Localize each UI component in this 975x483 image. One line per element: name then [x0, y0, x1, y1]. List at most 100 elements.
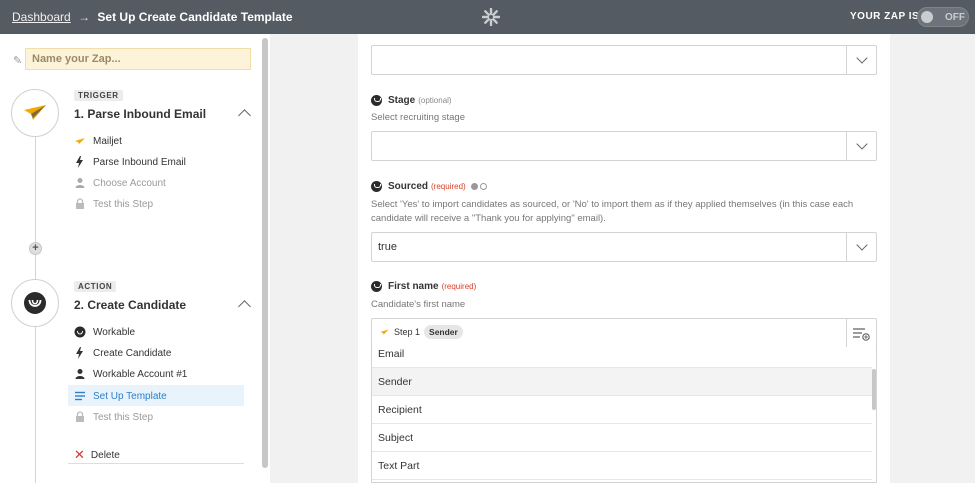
dropdown-scrollbar[interactable]: [872, 369, 876, 410]
sourced-value: true: [378, 241, 397, 253]
select-divider: [846, 132, 847, 160]
stage-select[interactable]: [371, 131, 877, 161]
stage-optional-tag: (optional): [418, 96, 452, 105]
chevron-down-icon[interactable]: [856, 239, 868, 251]
trigger-account-label: Choose Account: [93, 177, 166, 189]
dropdown-item-label: Text Part: [378, 460, 420, 472]
workable-icon: [371, 281, 382, 292]
dropdown-item-label: Sender: [378, 376, 412, 388]
trigger-step-circle[interactable]: [11, 89, 59, 137]
list-lines-icon: [74, 390, 86, 402]
person-icon: [74, 177, 86, 189]
workable-icon: [371, 95, 382, 106]
dropdown-item-sender[interactable]: Sender: [372, 368, 872, 396]
action-app-item[interactable]: Workable: [74, 326, 135, 338]
first-name-label: First name: [388, 281, 439, 292]
field-dropdown: Email Sender Recipient Subject Text Part: [371, 347, 877, 483]
collapse-action-chevron-up-icon[interactable]: [238, 300, 251, 313]
action-template-item[interactable]: Set Up Template: [74, 390, 167, 402]
input-divider: [846, 319, 847, 347]
trigger-event-label: Parse Inbound Email: [93, 156, 186, 168]
first-name-input[interactable]: Step 1 Sender: [371, 318, 877, 348]
action-app-label: Workable: [93, 326, 136, 338]
action-test-item[interactable]: Test this Step: [74, 411, 153, 423]
collapse-trigger-chevron-up-icon[interactable]: [238, 109, 251, 122]
action-template-label: Set Up Template: [93, 390, 167, 402]
delete-step-button[interactable]: ✕ Delete: [74, 447, 120, 463]
action-tag: ACTION: [74, 281, 117, 292]
pencil-icon: ✎: [13, 55, 23, 67]
chevron-down-icon[interactable]: [856, 52, 868, 64]
top-bar: Dashboard → Set Up Create Candidate Temp…: [0, 0, 975, 34]
trigger-test-item[interactable]: Test this Step: [74, 198, 153, 210]
trigger-account-item[interactable]: Choose Account: [74, 177, 166, 189]
dropdown-item-subject[interactable]: Subject: [372, 424, 872, 452]
stage-help-text: Select recruiting stage: [371, 112, 465, 123]
sidebar-scrollbar[interactable]: [262, 38, 268, 468]
zap-name-input[interactable]: Name your Zap...: [25, 48, 251, 70]
dropdown-item-label: Recipient: [378, 404, 422, 416]
dropdown-item-label: Email: [378, 348, 405, 360]
sourced-select[interactable]: true: [371, 232, 877, 262]
action-account-label: Workable Account #1: [93, 368, 188, 380]
dropdown-item-recipient[interactable]: Recipient: [372, 396, 872, 424]
trigger-step-title[interactable]: 1. Parse Inbound Email: [74, 107, 206, 121]
mailjet-logo-icon: [24, 105, 46, 120]
sourced-required-tag: (required): [431, 182, 466, 191]
delete-label: Delete: [90, 449, 120, 461]
stage-field-label: Stage (optional): [371, 95, 452, 106]
sourced-field-label: Sourced (required): [371, 181, 487, 192]
sidebar: ✎ Name your Zap... TRIGGER 1. Parse Inbo…: [0, 34, 270, 483]
trigger-event-item[interactable]: Parse Inbound Email: [74, 156, 186, 168]
lock-icon: [74, 411, 86, 423]
insert-field-icon[interactable]: [852, 327, 870, 341]
dropdown-item-email[interactable]: Email: [372, 347, 872, 368]
trigger-app-item[interactable]: Mailjet: [74, 135, 122, 147]
zapier-logo-icon: [482, 8, 500, 26]
zap-on-off-toggle[interactable]: OFF: [917, 7, 969, 27]
chevron-down-icon[interactable]: [856, 138, 868, 150]
delete-x-icon: ✕: [74, 447, 85, 462]
trigger-tag: TRIGGER: [74, 90, 123, 101]
action-test-label: Test this Step: [93, 411, 154, 423]
sidebar-divider: [68, 463, 244, 464]
add-step-plus-icon[interactable]: +: [29, 242, 42, 255]
trigger-app-label: Mailjet: [93, 135, 122, 147]
position-select[interactable]: [371, 45, 877, 75]
stage-label: Stage: [388, 95, 416, 106]
toggle-label: OFF: [945, 12, 965, 23]
mailjet-icon: [380, 329, 389, 335]
radio-filled-icon[interactable]: [470, 183, 478, 190]
workable-icon: [74, 326, 86, 338]
field-pill[interactable]: Step 1 Sender: [379, 324, 463, 340]
workable-icon: [371, 181, 382, 192]
action-step-title[interactable]: 2. Create Candidate: [74, 298, 186, 312]
mailjet-icon: [74, 135, 86, 147]
page-title: Set Up Create Candidate Template: [97, 10, 293, 24]
first-name-help-text: Candidate's first name: [371, 299, 466, 310]
dropdown-item-text-part[interactable]: Text Part: [372, 452, 872, 480]
toggle-knob: [921, 11, 933, 23]
trigger-test-label: Test this Step: [93, 198, 154, 210]
radio-empty-icon[interactable]: [479, 183, 487, 190]
dropdown-item-label: Subject: [378, 432, 414, 444]
lightning-bolt-icon: [74, 156, 86, 168]
first-name-field-label: First name (required): [371, 281, 476, 292]
first-name-required-tag: (required): [441, 282, 477, 291]
workable-logo-icon: [24, 292, 46, 314]
person-icon: [74, 368, 86, 380]
sourced-label: Sourced: [388, 181, 429, 192]
select-divider: [846, 233, 847, 261]
action-account-item[interactable]: Workable Account #1: [74, 368, 187, 380]
breadcrumb-dashboard-link[interactable]: Dashboard: [12, 10, 71, 24]
action-step-circle[interactable]: [11, 279, 59, 327]
action-event-item[interactable]: Create Candidate: [74, 347, 171, 359]
sourced-help-text: Select 'Yes' to import candidates as sou…: [371, 199, 854, 224]
breadcrumb: Dashboard → Set Up Create Candidate Temp…: [12, 10, 293, 24]
action-event-label: Create Candidate: [93, 347, 172, 359]
breadcrumb-arrow: →: [78, 10, 91, 24]
right-gutter: [890, 34, 975, 483]
pill-step-label: Step 1: [394, 327, 421, 337]
zap-status-label: YOUR ZAP IS: [850, 11, 920, 22]
pill-field-label: Sender: [424, 325, 463, 339]
